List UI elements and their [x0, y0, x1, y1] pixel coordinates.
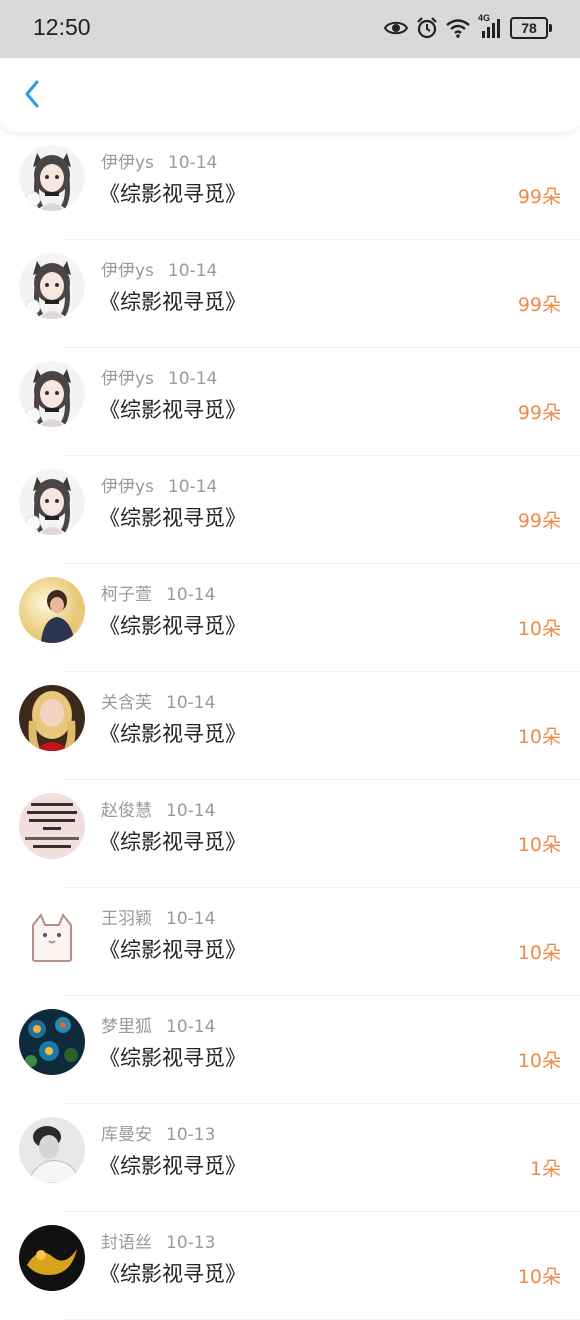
book-title: 《综影视寻觅》 [99, 938, 246, 962]
gift-amount: 99朵 [517, 402, 561, 424]
status-time: 12:50 [33, 14, 91, 40]
gift-amount: 10朵 [517, 1266, 561, 1288]
gift-amount: 10朵 [517, 618, 561, 640]
status-icons: 4G 78 [384, 13, 552, 42]
book-title: 《综影视寻觅》 [99, 830, 246, 854]
book-title: 《综影视寻觅》 [99, 398, 246, 422]
sender-name: 伊伊ys [101, 261, 154, 281]
sender-line: 柯子萱 10-14 [101, 580, 215, 605]
book-title: 《综影视寻觅》 [99, 614, 246, 638]
list-item[interactable]: 封语丝 10-13 《综影视寻觅》 10朵 [0, 1212, 580, 1320]
list-item[interactable]: 关含芙 10-14 《综影视寻觅》 10朵 [0, 672, 580, 780]
book-title: 《综影视寻觅》 [99, 506, 246, 530]
sender-line: 库曼安 10-13 [101, 1120, 215, 1145]
sender-name: 王羽颖 [101, 909, 152, 929]
network-label: 4G [478, 13, 491, 23]
list-item[interactable]: 伊伊ys 10-14 《综影视寻觅》 99朵 [0, 348, 580, 456]
sender-line: 梦里狐 10-14 [101, 1012, 215, 1037]
status-bar: 12:50 4G 78 [0, 0, 580, 58]
gift-date: 10-14 [167, 369, 218, 389]
sender-name: 伊伊ys [101, 153, 154, 173]
sender-name: 柯子萱 [101, 585, 152, 605]
book-title: 《综影视寻觅》 [99, 1262, 246, 1286]
sender-name: 梦里狐 [101, 1017, 152, 1037]
book-title: 《综影视寻觅》 [99, 290, 246, 314]
gift-date: 10-14 [166, 1017, 216, 1037]
gift-date: 10-14 [167, 477, 218, 497]
list-item[interactable]: 伊伊ys 10-14 《综影视寻觅》 99朵 [0, 240, 580, 348]
gift-date: 10-13 [166, 1233, 216, 1253]
list-item[interactable]: 伊伊ys 10-14 《综影视寻觅》 99朵 [0, 132, 580, 240]
sender-line: 王羽颖 10-14 [101, 904, 215, 929]
sender-name: 封语丝 [101, 1233, 152, 1253]
sender-line: 伊伊ys 10-14 [101, 472, 217, 497]
gift-amount: 99朵 [517, 294, 561, 316]
gift-amount: 1朵 [529, 1158, 561, 1180]
list-item[interactable]: 王羽颖 10-14 《综影视寻觅》 10朵 [0, 888, 580, 996]
sender-line: 赵俊慧 10-14 [101, 796, 215, 821]
sender-line: 伊伊ys 10-14 [101, 364, 217, 389]
chevron-left-icon [23, 79, 41, 113]
sender-name: 关含芙 [101, 693, 152, 713]
avatar[interactable] [19, 145, 85, 211]
gift-date: 10-14 [167, 153, 218, 173]
avatar[interactable] [19, 361, 85, 427]
sender-line: 伊伊ys 10-14 [101, 148, 217, 173]
gift-date: 10-13 [166, 1125, 216, 1145]
list-item[interactable]: 赵俊慧 10-14 《综影视寻觅》 10朵 [0, 780, 580, 888]
sender-name: 伊伊ys [101, 477, 154, 497]
gift-amount: 10朵 [517, 726, 561, 748]
avatar[interactable] [19, 577, 85, 643]
signal-icon: 4G [478, 13, 502, 39]
book-title: 《综影视寻觅》 [99, 182, 246, 206]
avatar[interactable] [19, 1009, 85, 1075]
sender-name: 库曼安 [101, 1125, 152, 1145]
list-item[interactable]: 库曼安 10-13 《综影视寻觅》 1朵 [0, 1104, 580, 1212]
sender-name: 伊伊ys [101, 369, 154, 389]
sender-line: 伊伊ys 10-14 [101, 256, 217, 281]
avatar[interactable] [19, 793, 85, 859]
avatar[interactable] [19, 685, 85, 751]
alarm-icon [416, 17, 438, 39]
wifi-icon [446, 18, 470, 38]
gift-amount: 99朵 [517, 510, 561, 532]
list-item[interactable]: 柯子萱 10-14 《综影视寻觅》 10朵 [0, 564, 580, 672]
gift-date: 10-14 [166, 909, 216, 929]
battery-icon: 78 [510, 17, 552, 39]
back-button[interactable] [14, 76, 50, 116]
list-item[interactable]: 伊伊ys 10-14 《综影视寻觅》 99朵 [0, 456, 580, 564]
gift-amount: 10朵 [517, 834, 561, 856]
gift-list: 伊伊ys 10-14 《综影视寻觅》 99朵 伊伊ys 10-14 《综影视寻觅》 99朵 伊伊… [0, 132, 580, 1320]
gift-date: 10-14 [166, 585, 216, 605]
list-item[interactable]: 梦里狐 10-14 《综影视寻觅》 10朵 [0, 996, 580, 1104]
avatar[interactable] [19, 1117, 85, 1183]
avatar[interactable] [19, 1225, 85, 1291]
eye-icon [384, 19, 408, 37]
gift-date: 10-14 [167, 261, 218, 281]
book-title: 《综影视寻觅》 [99, 1154, 246, 1178]
avatar[interactable] [19, 469, 85, 535]
sender-line: 关含芙 10-14 [101, 688, 215, 713]
sender-name: 赵俊慧 [101, 801, 152, 821]
nav-bar [0, 58, 580, 132]
gift-amount: 10朵 [517, 1050, 561, 1072]
sender-line: 封语丝 10-13 [101, 1228, 215, 1253]
gift-date: 10-14 [166, 801, 216, 821]
book-title: 《综影视寻觅》 [99, 1046, 246, 1070]
avatar[interactable] [19, 253, 85, 319]
gift-date: 10-14 [166, 693, 216, 713]
gift-amount: 99朵 [517, 186, 561, 208]
avatar[interactable] [19, 901, 85, 967]
gift-amount: 10朵 [517, 942, 561, 964]
book-title: 《综影视寻觅》 [99, 722, 246, 746]
